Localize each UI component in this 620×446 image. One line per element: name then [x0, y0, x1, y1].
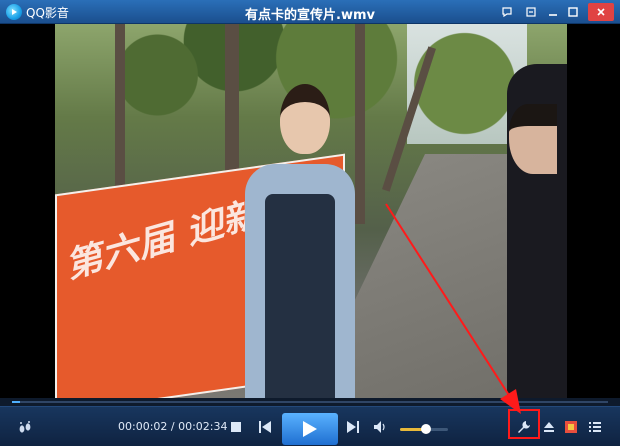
playlist-icon[interactable] — [586, 418, 604, 436]
seek-track[interactable] — [12, 401, 608, 403]
volume-icon[interactable] — [372, 418, 390, 436]
play-button[interactable] — [282, 413, 338, 445]
seek-bar[interactable] — [0, 398, 620, 406]
tools-highlight-box — [508, 409, 540, 439]
video-area[interactable]: 第六届 迎新晚会 — [0, 24, 620, 398]
maximize-icon[interactable] — [564, 3, 582, 21]
volume-knob[interactable] — [421, 424, 432, 434]
pin-icon[interactable] — [522, 3, 540, 21]
title-bar: QQ影音 有点卡的宣传片.wmv — [0, 0, 620, 24]
prev-icon[interactable] — [256, 418, 274, 436]
seek-progress — [12, 401, 20, 403]
video-frame: 第六届 迎新晚会 — [55, 24, 567, 398]
volume-slider[interactable] — [400, 424, 448, 434]
next-icon[interactable] — [344, 418, 362, 436]
qq-player-logo-icon — [6, 4, 22, 20]
video-person — [235, 84, 365, 398]
chat-icon[interactable] — [498, 3, 516, 21]
screenshot-icon[interactable] — [562, 418, 580, 436]
stop-icon[interactable] — [228, 419, 244, 435]
close-icon[interactable] — [588, 3, 614, 21]
footprint-icon[interactable] — [14, 417, 36, 439]
minimize-icon[interactable] — [544, 3, 562, 21]
time-display: 00:00:02 / 00:02:34 — [118, 420, 228, 433]
play-icon — [303, 421, 317, 437]
app-name: QQ影音 — [26, 6, 69, 20]
video-person-right — [507, 64, 567, 398]
eject-icon[interactable] — [540, 418, 558, 436]
